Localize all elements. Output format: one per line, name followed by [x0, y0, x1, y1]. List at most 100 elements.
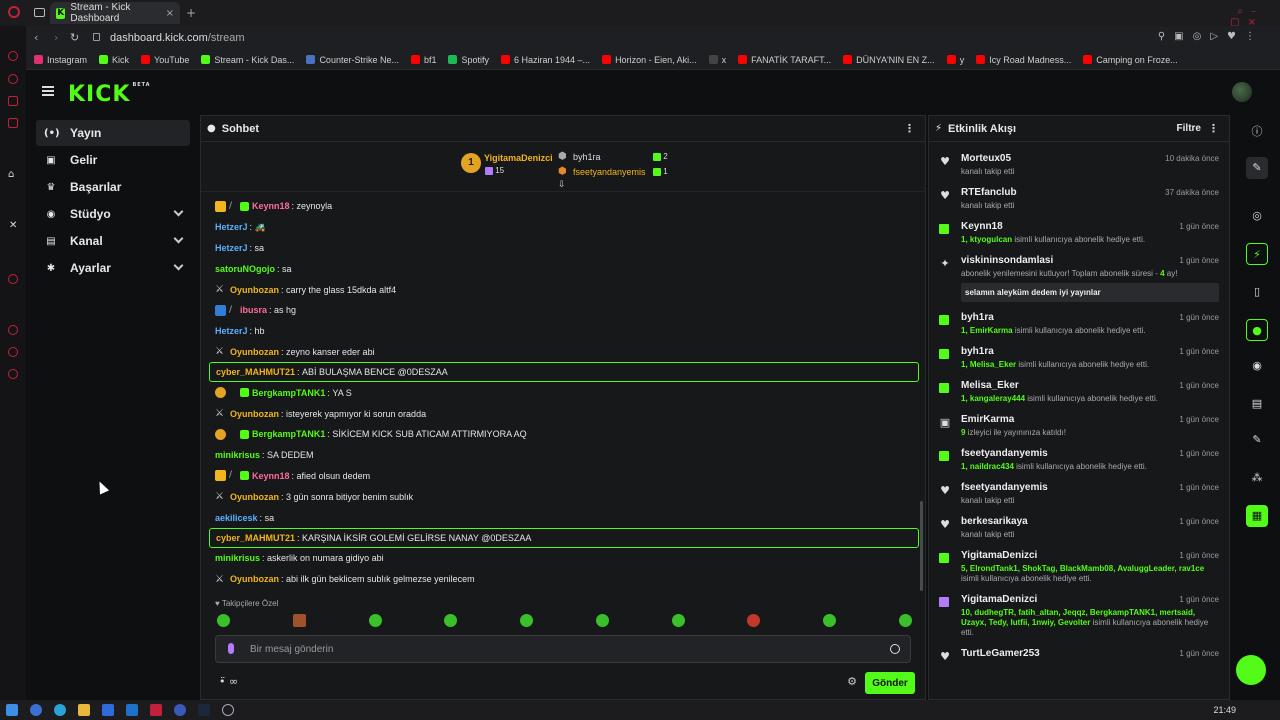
- tab-menu-icon[interactable]: [34, 8, 45, 17]
- activity-event[interactable]: byh1ra 1 gün önce 1, EmirKarma isimli kull…: [929, 309, 1229, 339]
- sidebar-item-4[interactable]: ▤ Kanal: [36, 228, 190, 254]
- chat-username[interactable]: HetzerJ: [215, 326, 248, 336]
- sidebar-item-1[interactable]: ▣ Gelir: [36, 147, 190, 173]
- activity-event[interactable]: ♥ RTEfanclub 37 dakika önce kanalı takip et…: [929, 184, 1229, 214]
- chat-username[interactable]: Oyunbozan: [230, 574, 279, 584]
- activity-event[interactable]: ♥ Morteux05 10 dakika önce kanalı takip ett…: [929, 150, 1229, 180]
- emote-icon[interactable]: [595, 614, 609, 627]
- chat-username[interactable]: Keynn18: [252, 201, 290, 211]
- sidebar-app-icon[interactable]: [8, 347, 18, 357]
- new-tab-icon[interactable]: +: [186, 6, 196, 20]
- bookmark-item[interactable]: Horizon - Eien, Aki...: [602, 55, 697, 65]
- url-field[interactable]: dashboard.kick.com/stream: [110, 32, 245, 44]
- chat-username[interactable]: BergkampTANK1: [252, 388, 325, 398]
- chat-message[interactable]: ⚔ Oyunbozan: 3 gün sonra bitiyor benim su…: [209, 486, 919, 507]
- close-tab-icon[interactable]: ×: [166, 8, 174, 19]
- activity-event[interactable]: ✦ viskininsondamlasi 1 gün önce abonelik ye…: [929, 252, 1229, 305]
- chat-message[interactable]: HetzerJ: sa: [209, 238, 919, 259]
- activity-event[interactable]: Melisa_Eker 1 gün önce 1, kangaleray444 is…: [929, 377, 1229, 407]
- bookmark-item[interactable]: Kick: [99, 55, 129, 65]
- activity-event[interactable]: ♥ TurtLeGamer253 1 gün önce: [929, 645, 1229, 662]
- chevron-down-icon[interactable]: [173, 233, 184, 244]
- bookmark-item[interactable]: DÜNYA'NIN EN Z...: [843, 55, 935, 65]
- chat-message[interactable]: ⚔ Oyunbozan: abi ilk gün beklicem sublık …: [209, 569, 919, 590]
- emote-icon[interactable]: [898, 614, 912, 627]
- bookmark-item[interactable]: x: [708, 55, 726, 65]
- emoji-picker-icon[interactable]: [890, 644, 900, 654]
- edit-icon[interactable]: ✎: [1246, 157, 1268, 179]
- chat-input[interactable]: Bir mesaj gönderin: [215, 635, 911, 663]
- window-controls[interactable]: ⌕–▢×: [1204, 6, 1264, 28]
- outlook-icon[interactable]: [126, 704, 138, 716]
- activity-event[interactable]: fseetyandanyemis 1 gün önce 1, naildrac434…: [929, 445, 1229, 475]
- chat-username[interactable]: ibusra: [240, 305, 267, 315]
- emote-icon[interactable]: [823, 614, 837, 627]
- emote-icon[interactable]: [368, 614, 382, 627]
- gifter-name[interactable]: fseetyandanyemis: [573, 167, 646, 177]
- chat-message[interactable]: / Keynn18: afied olsun dedem: [209, 466, 919, 487]
- users-icon[interactable]: ⁂: [1246, 467, 1268, 489]
- chat-username[interactable]: BergkampTANK1: [252, 429, 325, 439]
- chat-username[interactable]: minikrisus: [215, 553, 260, 563]
- reload-icon[interactable]: ↻: [70, 31, 79, 44]
- chat-username[interactable]: cyber_MAHMUT21: [216, 367, 295, 377]
- menu-icon[interactable]: [42, 86, 54, 96]
- emote-icon[interactable]: [747, 614, 761, 627]
- chat-settings-icon[interactable]: ⚙: [847, 675, 857, 688]
- sidebar-app-icon[interactable]: [8, 274, 18, 284]
- explorer-icon[interactable]: [78, 704, 90, 716]
- taskbar-app-icon[interactable]: [174, 704, 186, 716]
- back-icon[interactable]: ‹: [34, 31, 38, 44]
- chat-username[interactable]: Oyunbozan: [230, 347, 279, 357]
- bookmark-item[interactable]: Icy Road Madness...: [976, 55, 1071, 65]
- sidebar-item-0[interactable]: (•) Yayın: [36, 120, 190, 146]
- kick-logo[interactable]: KICK BETA: [68, 82, 151, 107]
- chat-message[interactable]: HetzerJ: hb: [209, 321, 919, 342]
- chat-message[interactable]: ⚔ Oyunbozan: isteyerek yapmıyor ki sorun …: [209, 403, 919, 424]
- chat-scrollbar[interactable]: [920, 501, 923, 591]
- chat-username[interactable]: Oyunbozan: [230, 492, 279, 502]
- activity-event[interactable]: ♥ berkesarikaya 1 gün önce kanalı takip ett…: [929, 513, 1229, 543]
- chat-username[interactable]: minikrisus: [215, 450, 260, 460]
- emote-icon[interactable]: [292, 614, 306, 627]
- chat-message[interactable]: / ibusra: as hg: [209, 300, 919, 321]
- chat-username[interactable]: HetzerJ: [215, 222, 248, 232]
- chevron-down-icon[interactable]: [173, 260, 184, 271]
- more-options-icon[interactable]: ⋮: [904, 122, 915, 135]
- edge-icon[interactable]: [54, 704, 66, 716]
- sidebar-app-icon[interactable]: [8, 74, 18, 84]
- bookmark-item[interactable]: Stream - Kick Das...: [201, 55, 294, 65]
- chat-message[interactable]: satoruNOgojo: sa: [209, 258, 919, 279]
- more-options-icon[interactable]: ⋮: [1208, 122, 1219, 135]
- chat-message[interactable]: cyber_MAHMUT21: KARŞINA İKSİR GOLEMİ GEL…: [209, 527, 919, 548]
- emote-icon[interactable]: [671, 614, 685, 627]
- opera-logo-icon[interactable]: [8, 6, 20, 18]
- sidebar-item-3[interactable]: ◉ Stüdyo: [36, 201, 190, 227]
- send-button[interactable]: Gönder: [865, 672, 915, 694]
- lightning-icon[interactable]: ⚡: [1246, 243, 1268, 265]
- chat-message[interactable]: HetzerJ: 🚜: [209, 217, 919, 238]
- bookmark-item[interactable]: FANATİK TARAFT...: [738, 55, 831, 65]
- microphone-icon[interactable]: [228, 643, 234, 654]
- chat-username[interactable]: cyber_MAHMUT21: [216, 533, 295, 543]
- bookmark-item[interactable]: Spotify: [448, 55, 489, 65]
- mail-icon[interactable]: [102, 704, 114, 716]
- broadcast-icon[interactable]: ◉: [1246, 355, 1268, 377]
- system-clock[interactable]: 21:49: [1213, 705, 1236, 715]
- chat-message[interactable]: cyber_MAHMUT21: ABİ BULAŞMA BENCE @0DESZ…: [209, 362, 919, 383]
- chat-message[interactable]: BergkampTANK1: SİKİCEM KICK SUB ATICAM A…: [209, 424, 919, 445]
- focus-icon[interactable]: ◎: [1246, 205, 1268, 227]
- sidebar-app-icon[interactable]: [8, 51, 18, 61]
- sidebar-item-2[interactable]: ♛ Başarılar: [36, 174, 190, 200]
- clapper-icon[interactable]: ▦: [1246, 505, 1268, 527]
- bookmark-item[interactable]: Instagram: [34, 55, 87, 65]
- forward-icon[interactable]: ›: [54, 31, 58, 44]
- steam-icon[interactable]: [198, 704, 210, 716]
- bookmark-item[interactable]: Camping on Froze...: [1083, 55, 1178, 65]
- wrench-icon[interactable]: ✎: [1246, 429, 1268, 451]
- bookmark-item[interactable]: Counter-Strike Ne...: [306, 55, 399, 65]
- chat-username[interactable]: Oyunbozan: [230, 409, 279, 419]
- x-sidebar-icon[interactable]: ✕: [9, 220, 17, 231]
- emote-icon[interactable]: [217, 614, 230, 627]
- settings-icon[interactable]: [8, 369, 18, 379]
